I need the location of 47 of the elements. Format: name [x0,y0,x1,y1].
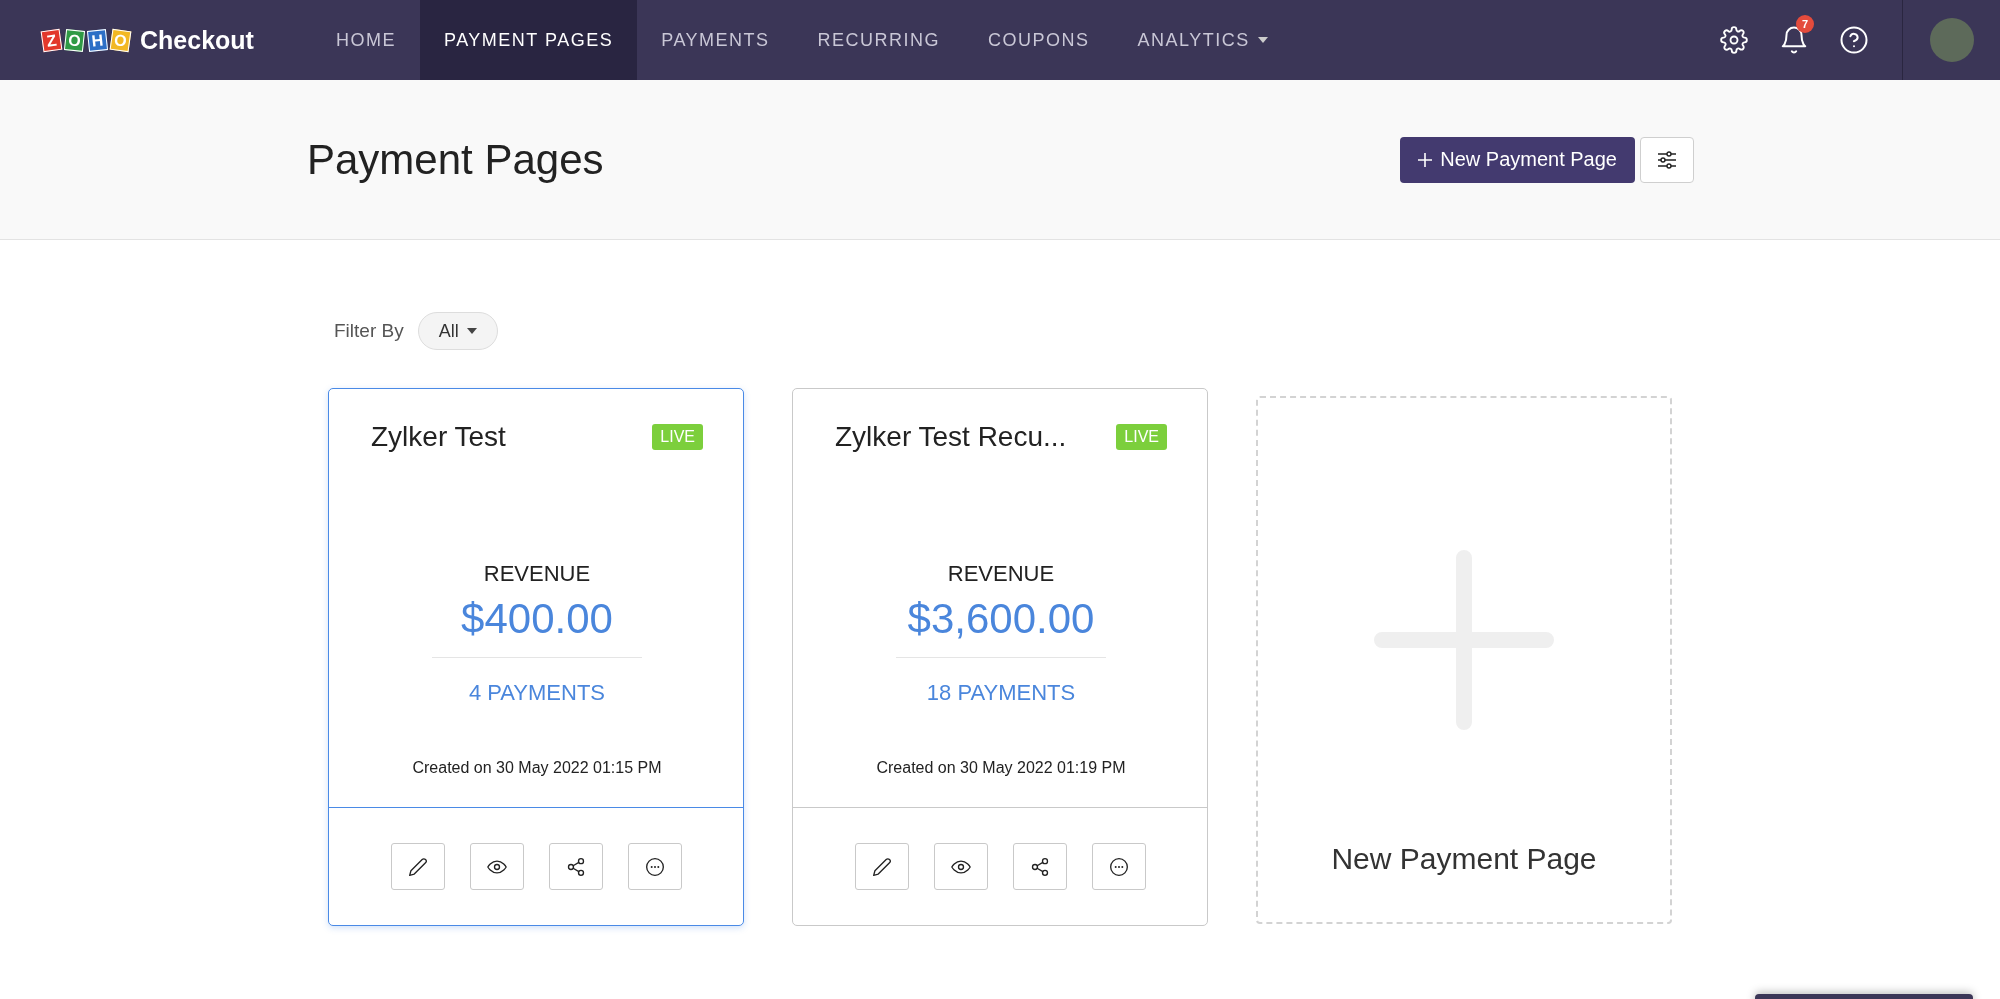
caret-icon [466,328,477,334]
filter-dropdown[interactable]: All [417,312,498,350]
revenue-amount: $400.00 [432,595,642,658]
payment-page-card[interactable]: Zylker Test Recu... LIVE REVENUE $3,600.00 18 PAYMENTS Created on 30 May 2022 01:19 PM [792,388,1208,926]
more-button[interactable] [627,843,682,890]
share-icon [1029,856,1050,877]
nav-tab[interactable]: ANALYTICS [1113,0,1292,80]
more-icon [1108,856,1129,877]
status-badge: LIVE [652,424,703,450]
page-title: Payment Pages [307,135,604,184]
nav-tab[interactable]: PAYMENTS [637,0,794,80]
filter-settings-button[interactable] [1640,136,1694,183]
share-button[interactable] [548,843,603,890]
help-icon[interactable] [1839,25,1869,55]
more-icon [644,856,665,877]
card-title: Zylker Test [371,421,506,453]
preview-button[interactable] [469,843,524,890]
nav-tab[interactable]: HOME [312,0,420,80]
nav-tab[interactable]: PAYMENT PAGES [420,0,638,80]
preview-button[interactable] [933,843,988,890]
payments-link[interactable]: 4 PAYMENTS [468,680,606,706]
status-badge: LIVE [1116,424,1167,450]
share-icon [565,856,586,877]
nav-tab[interactable]: RECURRING [793,0,965,80]
pencil-icon [407,856,428,877]
edit-button[interactable] [854,843,909,890]
created-date: Created on 30 May 2022 01:15 PM [412,759,662,777]
revenue-amount: $3,600.00 [896,595,1106,658]
plus-icon [1418,152,1433,167]
new-payment-page-button[interactable]: New Payment Page [1400,136,1635,183]
sliders-icon [1657,150,1677,169]
notification-count: 7 [1796,15,1814,33]
created-date: Created on 30 May 2022 01:19 PM [876,759,1126,777]
new-page-card[interactable]: New Payment Page [1256,396,1672,924]
share-button[interactable] [1012,843,1067,890]
revenue-label: REVENUE [483,561,591,587]
card-title: Zylker Test Recu... [835,421,1067,453]
payments-link[interactable]: 18 PAYMENTS [926,680,1076,706]
nav-tab[interactable]: COUPONS [964,0,1114,80]
edit-button[interactable] [390,843,445,890]
payment-page-card[interactable]: Zylker Test LIVE REVENUE $400.00 4 PAYMENTS Created on 30 May 2022 01:15 PM [328,388,744,926]
more-button[interactable] [1091,843,1146,890]
revenue-label: REVENUE [947,561,1055,587]
pencil-icon [871,856,892,877]
filter-label: Filter By [334,320,404,342]
zoho-checkout-logo[interactable]: Z O H O Checkout [42,0,312,80]
settings-icon[interactable] [1720,26,1748,54]
